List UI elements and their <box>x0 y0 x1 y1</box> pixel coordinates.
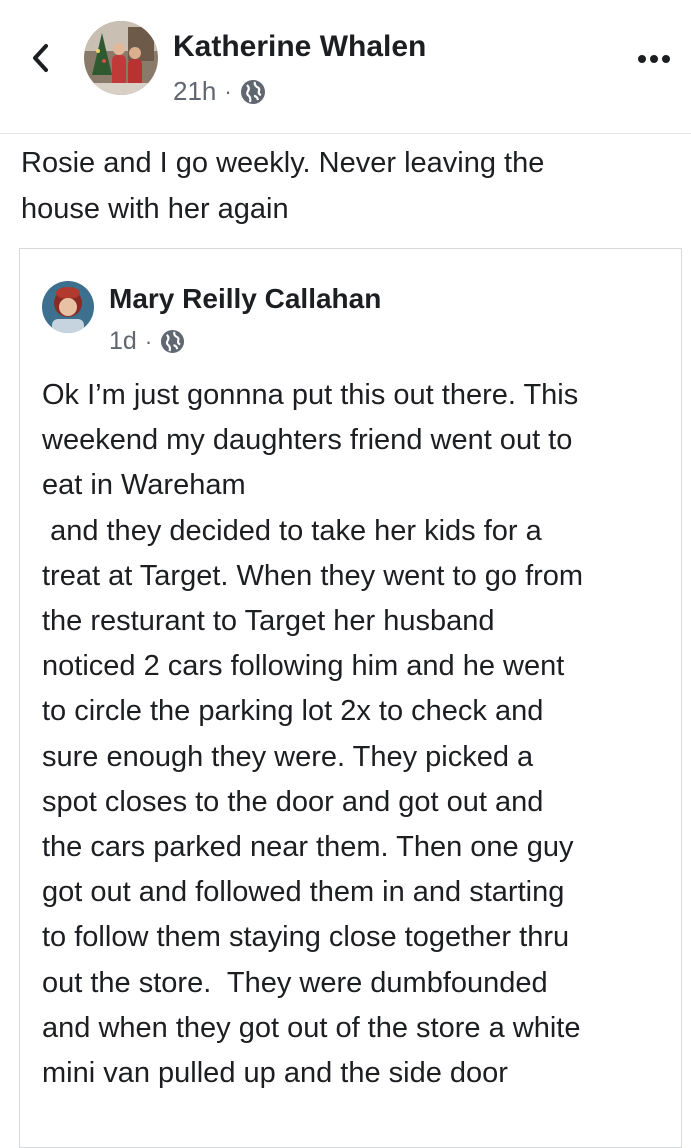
shared-post-card[interactable]: Mary Reilly Callahan 1d · Ok I’m just go… <box>19 248 682 1148</box>
globe-icon <box>161 329 185 354</box>
shared-author-name[interactable]: Mary Reilly Callahan <box>109 283 381 315</box>
chevron-left-icon <box>33 44 48 72</box>
more-options-button[interactable] <box>631 44 677 74</box>
shared-post-meta: 1d · <box>109 327 185 356</box>
globe-icon <box>240 79 265 104</box>
post-meta: 21h · <box>173 76 266 107</box>
author-name[interactable]: Katherine Whalen <box>173 30 426 64</box>
post-text: Rosie and I go weekly. Never leaving the… <box>21 147 545 225</box>
shared-post-text: Ok I’m just gonnna put this out there. T… <box>42 379 584 1090</box>
more-horizontal-icon <box>638 55 670 63</box>
post-timestamp[interactable]: 21h <box>173 76 216 107</box>
post-header: Katherine Whalen 21h · <box>0 0 691 134</box>
back-button[interactable] <box>22 38 58 78</box>
shared-post-timestamp[interactable]: 1d <box>109 327 137 356</box>
author-avatar[interactable] <box>84 21 158 95</box>
meta-separator: · <box>224 78 232 104</box>
shared-author-avatar[interactable] <box>42 281 94 333</box>
meta-separator: · <box>144 328 153 354</box>
